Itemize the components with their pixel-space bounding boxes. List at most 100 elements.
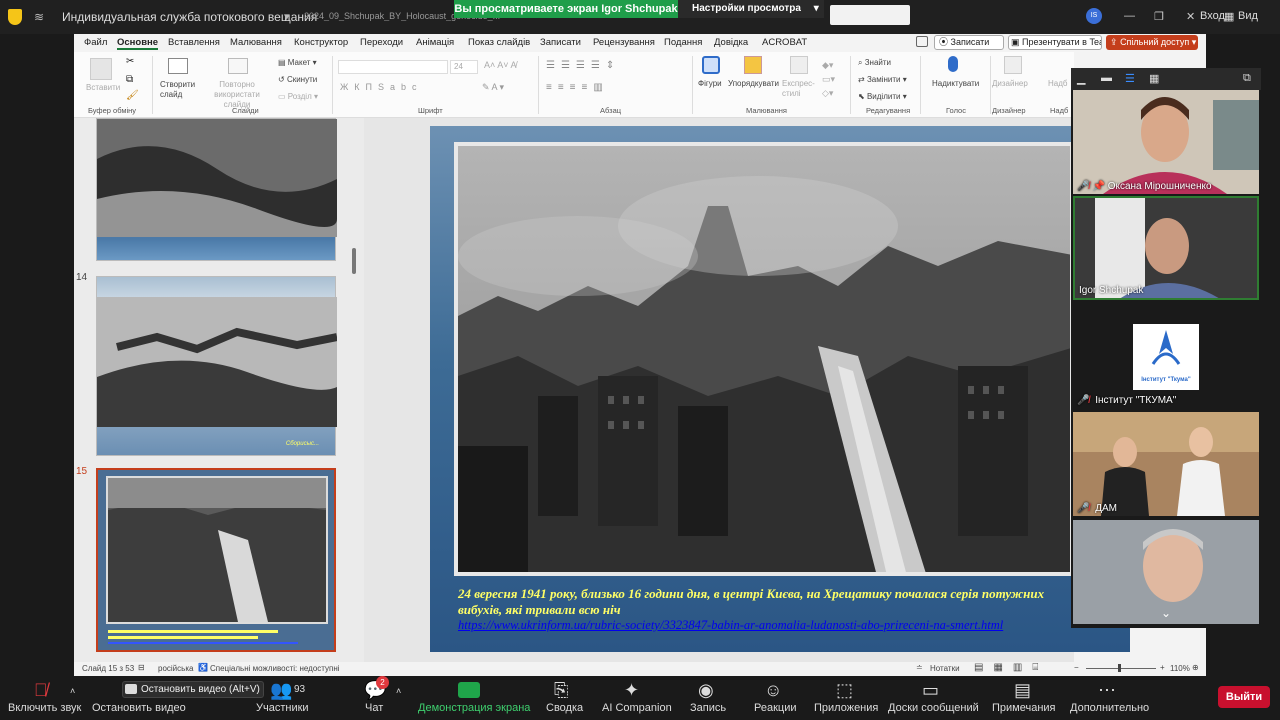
record-button[interactable]: ⦿ Записати [934, 35, 1004, 50]
apps-button[interactable]: Приложения [814, 702, 878, 714]
addins-label[interactable]: Надб [1048, 79, 1067, 88]
share-screen-icon[interactable] [458, 682, 480, 698]
avatar[interactable]: IS [1086, 8, 1102, 24]
apps-icon[interactable]: ⬚ [836, 680, 853, 701]
layout-button[interactable]: ▤ Макет ▾ [278, 58, 317, 67]
menu-review[interactable]: Рецензування [593, 37, 655, 48]
slide-caption[interactable]: 24 вересня 1941 року, близько 16 години … [458, 586, 1078, 618]
shield-icon[interactable] [8, 9, 22, 25]
notes-icon[interactable]: ▤ [1014, 680, 1031, 701]
more-icon[interactable]: ⋯ [1098, 680, 1116, 701]
leave-button[interactable]: Выйти [1218, 686, 1270, 708]
chevron-up-icon[interactable]: ˄ [70, 686, 75, 696]
whiteboards-icon[interactable]: ▭ [922, 680, 939, 701]
menu-acrobat[interactable]: ACROBAT [762, 37, 807, 48]
font-size-input[interactable]: 24 [450, 60, 478, 74]
participant-tile[interactable]: 🎤̸ ДАМ [1073, 412, 1259, 516]
menu-help[interactable]: Довідка [714, 37, 748, 48]
menu-insert[interactable]: Вставлення [168, 37, 220, 48]
participant-tile[interactable]: Інститут "Ткума" 🎤̸ Інститут "ТКУМА" [1073, 304, 1259, 408]
notes-icon[interactable]: ≐ [916, 663, 923, 672]
summary-button[interactable]: Сводка [546, 702, 583, 714]
select-button[interactable]: ⬉ Виділити ▾ [858, 92, 907, 101]
grid-view-icon[interactable]: ▦ [1149, 72, 1159, 85]
language-indicator[interactable]: російська [158, 664, 193, 673]
chevron-up-icon[interactable]: ˄ [396, 686, 401, 696]
font-grow-icon[interactable]: A˄ A˅ A̸ [484, 60, 517, 70]
reuse-slides-icon[interactable] [228, 58, 248, 74]
zoom-out-icon[interactable]: − [1074, 663, 1079, 672]
whiteboards-button[interactable]: Доски сообщений [888, 702, 979, 714]
strip-view-icon[interactable]: ☰ [1125, 72, 1135, 85]
cut-icon[interactable]: ✂ [126, 56, 134, 67]
view-button[interactable]: Вид [1238, 10, 1258, 22]
list-icons[interactable]: ☰☰☰☰⇕ [546, 60, 620, 71]
participants-icon[interactable]: 👥 [270, 680, 292, 701]
minimize-icon[interactable]: ▁ [1077, 72, 1085, 85]
quick-styles-icon[interactable] [790, 56, 808, 74]
format-painter-icon[interactable]: 🖌 [126, 90, 139, 101]
ai-companion-button[interactable]: AI Companion [602, 702, 672, 714]
speaker-view-icon[interactable]: ▬ [1101, 72, 1112, 84]
share-screen-button[interactable]: Демонстрация экрана [418, 702, 530, 714]
fit-slide-icon[interactable]: ⊕ [1192, 663, 1199, 672]
notes-button[interactable]: Примечания [992, 702, 1056, 714]
enter-button[interactable]: Вход [1200, 10, 1225, 22]
menu-design[interactable]: Конструктор [294, 37, 348, 48]
font-name-input[interactable] [338, 60, 448, 74]
menu-slideshow[interactable]: Показ слайдів [468, 37, 530, 48]
close-icon[interactable]: ✕ [1186, 10, 1195, 23]
stop-video-button[interactable]: Остановить видео [92, 702, 186, 714]
paste-icon[interactable] [90, 58, 112, 80]
participant-tile-active-speaker[interactable]: Igor Shchupak [1073, 196, 1259, 300]
accessibility-icon[interactable]: ♿ [198, 663, 208, 672]
thumbnails-scrollbar[interactable] [352, 248, 356, 274]
slide-thumbnail-15-selected[interactable] [96, 468, 336, 652]
participant-tile[interactable]: 🎤̸ 📌 Оксана Мірошниченко [1073, 90, 1259, 194]
zoom-slider-thumb[interactable] [1118, 664, 1121, 672]
menu-transitions[interactable]: Переходи [360, 37, 403, 48]
participants-button[interactable]: Участники [256, 702, 309, 714]
current-slide[interactable]: 24 вересня 1941 року, близько 16 години … [430, 126, 1130, 652]
view-settings-button[interactable]: Настройки просмотра ▾ [678, 0, 824, 18]
shape-fill-icons[interactable]: ◆▾ ▭▾ ◇▾ [822, 58, 835, 100]
notes-button[interactable]: Нотатки [930, 664, 960, 673]
menu-animations[interactable]: Анімація [416, 37, 454, 48]
stream-icon[interactable]: ≋ [34, 10, 44, 24]
reactions-icon[interactable]: ☺ [764, 680, 782, 701]
comment-icon[interactable] [916, 36, 928, 47]
reactions-button[interactable]: Реакции [754, 702, 797, 714]
new-slide-icon[interactable] [168, 58, 188, 74]
muted-mic-icon[interactable]: 🎙̸ [34, 680, 48, 701]
sections-button[interactable]: ▭ Розділ ▾ [278, 92, 318, 101]
search-input[interactable] [830, 5, 910, 25]
zoom-slider[interactable] [1086, 668, 1156, 669]
arrange-icon[interactable] [744, 56, 762, 74]
slide-source-link[interactable]: https://www.ukrinform.ua/rubric-society/… [458, 618, 1078, 633]
view-mode-icons[interactable]: ▤▦▥⌸ [974, 662, 1048, 673]
font-format-icons[interactable]: ЖКПSabc [340, 82, 423, 92]
replace-button[interactable]: ⇄ Замінити ▾ [858, 75, 907, 84]
unmute-button[interactable]: Включить звук [8, 702, 81, 714]
share-access-button[interactable]: ⇪ Спільний доступ ▾ [1106, 35, 1198, 50]
present-teams-button[interactable]: ▣ Презентувати в Teams [1008, 35, 1102, 50]
align-icons[interactable]: ≡≡≡≡▥ [546, 82, 609, 93]
accessibility-status[interactable]: Спеціальні можливості: недоступні [210, 664, 340, 673]
zoom-in-icon[interactable]: + [1160, 663, 1165, 672]
font-color-icon[interactable]: ✎ A ▾ [482, 82, 504, 93]
dictate-label[interactable]: Надиктувати [932, 79, 979, 88]
find-button[interactable]: ⌕ Знайти [858, 58, 891, 68]
menu-draw[interactable]: Малювання [230, 37, 282, 48]
microphone-icon[interactable] [948, 56, 958, 72]
chevron-down-icon[interactable]: ▾ [284, 10, 290, 23]
arrange-label[interactable]: Упорядкувати [728, 79, 779, 88]
shapes-label[interactable]: Фігури [698, 79, 722, 88]
menu-home[interactable]: Основне [117, 37, 159, 50]
minimize-icon[interactable]: — [1124, 10, 1135, 22]
designer-icon[interactable] [1004, 56, 1022, 74]
copy-icon[interactable]: ⧉ [126, 74, 133, 85]
spellcheck-icon[interactable]: ⊟ [138, 663, 145, 672]
menu-file[interactable]: Файл [84, 37, 107, 48]
ai-companion-icon[interactable]: ✦ [624, 680, 639, 701]
more-button[interactable]: Дополнительно [1070, 702, 1149, 714]
